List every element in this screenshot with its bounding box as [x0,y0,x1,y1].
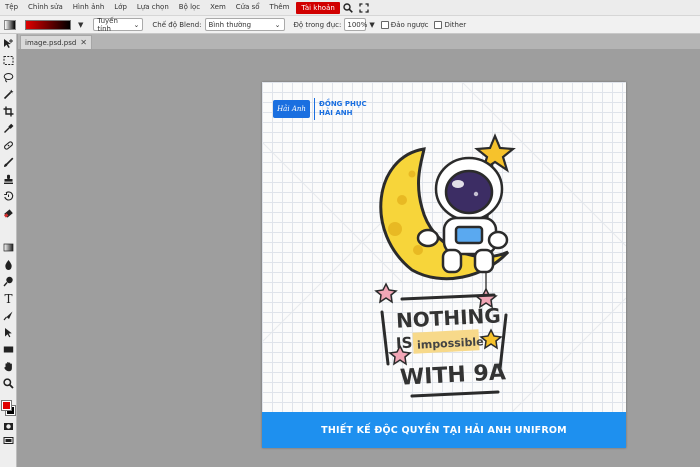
menu-bar: Tệp Chỉnh sửa Hình ảnh Lớp Lựa chọn Bộ l… [0,0,700,15]
foreground-color-swatch[interactable] [1,400,12,411]
menu-image[interactable]: Hình ảnh [68,0,109,15]
reverse-label: Đảo ngược [390,20,429,29]
path-select-icon[interactable] [2,326,15,339]
tools-panel: T [0,34,17,467]
dodge-tool-icon[interactable] [2,275,15,288]
reverse-option[interactable]: Đảo ngược [380,20,429,29]
dither-checkbox[interactable] [434,20,443,29]
quick-mask-icon[interactable] [2,420,15,433]
lasso-tool-icon[interactable] [2,71,15,84]
opacity-dropdown-icon[interactable]: ▼ [369,21,374,29]
brand-name-line2: HẢI ANH [319,109,353,117]
menu-filter[interactable]: Bộ lọc [174,0,205,15]
gradient-type-value: Tuyến tính [97,16,118,33]
menu-file[interactable]: Tệp [0,0,23,15]
document-canvas[interactable]: Hải Anh ĐỒNG PHỤC HẢI ANH NOTHING IS imp… [262,82,626,448]
brand-logo: Hải Anh [273,100,310,118]
chevron-down-icon: ⌄ [133,20,140,29]
brush-tool-icon[interactable] [2,156,15,169]
blend-mode-value: Bình thường [208,20,252,29]
blur-tool-icon[interactable] [2,258,15,271]
menu-layer[interactable]: Lớp [109,0,132,15]
menu-account[interactable]: Tài khoản [296,1,340,14]
crop-tool-icon[interactable] [2,105,15,118]
menu-more[interactable]: Thêm [265,0,295,15]
chevron-down-icon: ⌄ [274,20,281,29]
brand-name-line1: ĐỒNG PHỤC [319,100,367,108]
search-icon[interactable] [340,0,356,15]
headline-is: IS [395,333,413,353]
gradient-dropdown-icon[interactable]: ▼ [78,21,83,29]
document-tab-strip [18,34,700,49]
healing-brush-icon[interactable] [2,139,15,152]
blend-mode-select[interactable]: Bình thường ⌄ [204,18,285,31]
artwork-illustration [262,82,626,413]
gradient-tool-icon [4,19,16,30]
eyedropper-tool-icon[interactable] [2,122,15,135]
dither-option[interactable]: Dither [434,20,467,29]
opacity-label: Độ trong đục: [293,20,342,29]
gradient-preview[interactable] [25,19,71,30]
gradient-tool-icon[interactable] [2,241,15,254]
footer-text: THIẾT KẾ ĐỘC QUYỀN TẠI HẢI ANH UNIFROM [321,424,567,436]
magic-wand-icon[interactable] [2,88,15,101]
eraser-tool-icon[interactable] [2,207,15,220]
brand-divider [314,98,315,120]
clone-stamp-icon[interactable] [2,173,15,186]
footer-banner: THIẾT KẾ ĐỘC QUYỀN TẠI HẢI ANH UNIFROM [262,412,626,448]
history-brush-icon[interactable] [2,190,15,203]
menu-edit[interactable]: Chỉnh sửa [23,0,68,15]
move-tool-icon[interactable] [2,37,15,50]
document-tab-title: image.psd.psd [25,38,77,47]
close-icon[interactable]: ✕ [80,38,87,47]
opacity-value: 100% [347,20,368,29]
blend-mode-label: Chế độ Blend: [152,20,202,29]
fullscreen-icon[interactable] [356,0,372,15]
menu-window[interactable]: Cửa sổ [231,0,265,15]
rectangle-shape-icon[interactable] [2,343,15,356]
dither-label: Dither [444,20,467,29]
pen-tool-icon[interactable] [2,309,15,322]
options-bar: ▼ Tuyến tính ⌄ Chế độ Blend: Bình thường… [0,15,700,34]
gradient-type-select[interactable]: Tuyến tính ⌄ [93,16,144,33]
screen-mode-icon[interactable] [2,434,15,447]
marquee-tool-icon[interactable] [2,54,15,67]
menu-select[interactable]: Lựa chọn [132,0,174,15]
type-tool-icon[interactable]: T [2,292,15,306]
reverse-checkbox[interactable] [380,20,389,29]
opacity-input[interactable]: 100% [344,18,368,31]
document-tab[interactable]: image.psd.psd ✕ [20,35,92,49]
zoom-tool-icon[interactable] [2,377,15,390]
menu-view[interactable]: Xem [205,0,231,15]
hand-tool-icon[interactable] [2,360,15,373]
